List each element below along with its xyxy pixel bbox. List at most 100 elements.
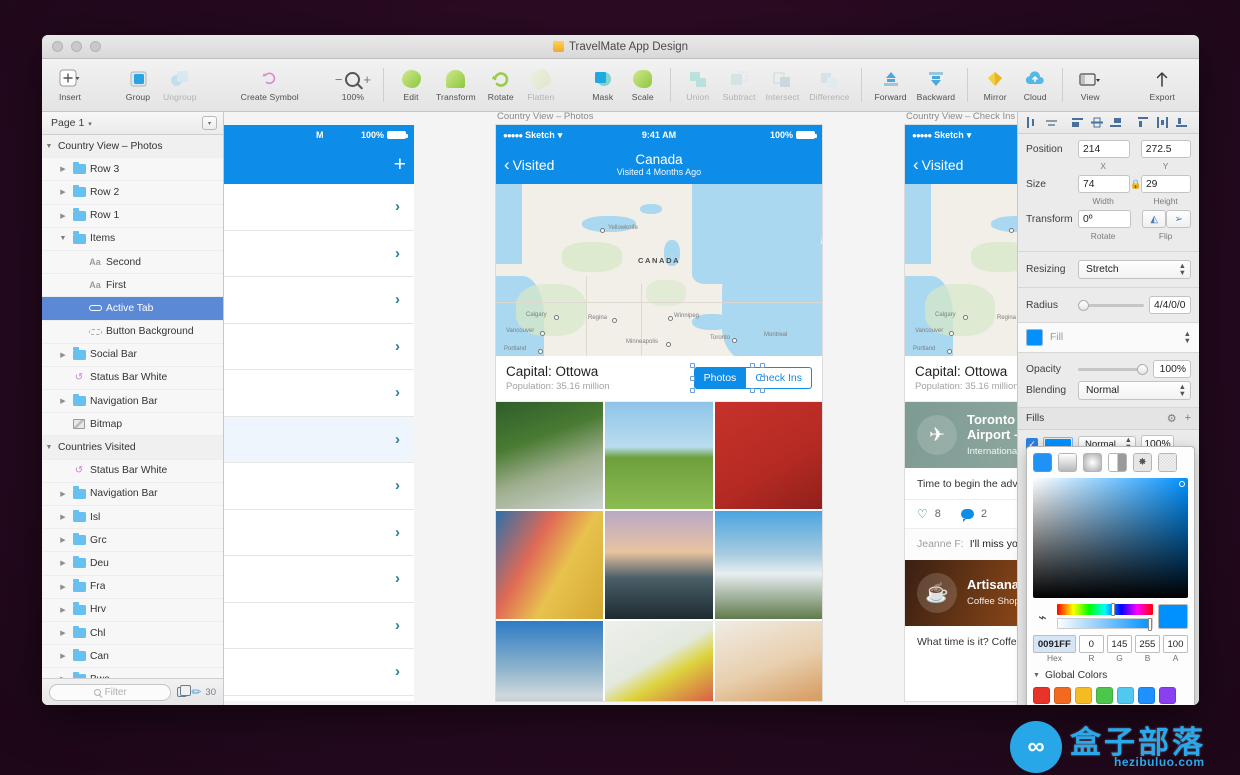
- list-item[interactable]: ›: [224, 696, 414, 702]
- zoom-in-button[interactable]: +: [363, 72, 371, 87]
- layer-row[interactable]: Button Background: [42, 321, 223, 344]
- layer-row[interactable]: ▶Fra: [42, 576, 223, 599]
- disclosure-triangle-icon[interactable]: ▶: [56, 629, 70, 637]
- disclosure-triangle-icon[interactable]: ▼: [42, 143, 56, 150]
- disclosure-triangle-icon[interactable]: ▶: [56, 606, 70, 614]
- toolbar-export[interactable]: Export: [1142, 69, 1182, 102]
- toolbar-edit[interactable]: Edit: [391, 69, 431, 102]
- align-bottom-icon[interactable]: [1108, 115, 1125, 130]
- layer-row[interactable]: ▼Items: [42, 228, 223, 251]
- color-type-linear-gradient[interactable]: [1058, 453, 1077, 472]
- color-type-angular-gradient[interactable]: [1108, 453, 1127, 472]
- toolbar-scale[interactable]: Scale: [623, 69, 663, 102]
- maximize-button[interactable]: [90, 41, 101, 52]
- list-item[interactable]: ›: [224, 649, 414, 696]
- opacity-slider[interactable]: [1078, 363, 1148, 375]
- layer-row[interactable]: AaFirst: [42, 274, 223, 297]
- canvas[interactable]: M 100% Map + › › › › › › ›: [224, 112, 1017, 705]
- global-color-swatch[interactable]: [1117, 687, 1134, 704]
- minimize-button[interactable]: [71, 41, 82, 52]
- layer-row[interactable]: ▶Deu: [42, 552, 223, 575]
- blue-input[interactable]: 255: [1135, 635, 1160, 653]
- page-options-button[interactable]: ▾: [202, 116, 217, 130]
- toolbar-rotate[interactable]: Rotate: [481, 69, 521, 102]
- global-swatches-row-1[interactable]: [1033, 687, 1188, 705]
- alpha-slider[interactable]: [1057, 618, 1153, 629]
- page-selector[interactable]: Page 1▾: [51, 117, 92, 129]
- zoom-out-button[interactable]: −: [335, 72, 343, 87]
- artboard-countries-visited[interactable]: M 100% Map + › › › › › › ›: [224, 125, 414, 701]
- resizing-select[interactable]: Stretch ▲▼: [1078, 260, 1191, 279]
- toolbar-cloud[interactable]: Cloud: [1015, 69, 1055, 102]
- red-input[interactable]: 0: [1079, 635, 1104, 653]
- layer-row[interactable]: ▶Hrv: [42, 599, 223, 622]
- list-item[interactable]: ›: [224, 417, 414, 464]
- disclosure-triangle-icon[interactable]: ▶: [56, 212, 70, 220]
- toolbar-flatten[interactable]: Flatten: [521, 69, 561, 102]
- distribute-horizontal-icon[interactable]: [1154, 115, 1171, 130]
- heart-icon[interactable]: ♡: [917, 507, 928, 521]
- color-type-tabs[interactable]: ✸: [1033, 453, 1188, 472]
- toolbar-ungroup[interactable]: Ungroup: [158, 69, 202, 102]
- list-item[interactable]: ›: [224, 370, 414, 417]
- photo-cell[interactable]: [605, 621, 712, 701]
- layer-row[interactable]: ↺Status Bar White: [42, 367, 223, 390]
- layer-row[interactable]: ▶Chl: [42, 622, 223, 645]
- disclosure-triangle-icon[interactable]: ▶: [56, 513, 70, 521]
- eyedropper-icon[interactable]: ⌁: [1033, 604, 1052, 624]
- global-color-swatch[interactable]: [1075, 687, 1092, 704]
- filter-input[interactable]: Filter: [49, 684, 171, 701]
- photo-cell[interactable]: [715, 621, 822, 701]
- size-height-input[interactable]: 29: [1141, 175, 1191, 193]
- flip-horizontal-button[interactable]: ◭: [1142, 210, 1167, 228]
- chevron-updown-icon[interactable]: ▲▼: [1184, 331, 1191, 345]
- photo-cell[interactable]: [605, 511, 712, 618]
- toolbar-view[interactable]: View: [1070, 69, 1110, 102]
- toolbar-mask[interactable]: Mask: [583, 69, 623, 102]
- toolbar-insert[interactable]: Insert: [50, 69, 90, 102]
- layer-row[interactable]: ▼Countries Visited: [42, 436, 223, 459]
- back-button[interactable]: ‹ Visited: [913, 156, 963, 173]
- list-item[interactable]: ›: [224, 324, 414, 371]
- layer-row[interactable]: Active Tab: [42, 297, 223, 320]
- toolbar-forward[interactable]: Forward: [869, 69, 911, 102]
- disclosure-triangle-icon[interactable]: ▶: [56, 652, 70, 660]
- layer-row[interactable]: ▶Can: [42, 645, 223, 668]
- disclosure-triangle-icon[interactable]: ▶: [56, 559, 70, 567]
- map-view[interactable]: Yellowknife CANADA Calgary Regina Vancou…: [905, 184, 1017, 356]
- close-button[interactable]: [52, 41, 63, 52]
- global-color-swatch[interactable]: [1054, 687, 1071, 704]
- global-colors-header[interactable]: ▼ Global Colors: [1033, 670, 1188, 681]
- layer-row[interactable]: ▶Grc: [42, 529, 223, 552]
- checkin-card-airport[interactable]: ✈ Toronto Pearson Airport – YYZ Internat…: [905, 402, 1017, 560]
- distribute-spacing-icon[interactable]: [1173, 115, 1190, 130]
- artboard-country-view-photos[interactable]: ●●●●● Sketch ▾ 9:41 AM 100% ‹ Visited: [496, 125, 822, 701]
- photo-cell[interactable]: [605, 402, 712, 509]
- color-type-solid[interactable]: [1033, 453, 1052, 472]
- layer-row[interactable]: ▶Bwa: [42, 668, 223, 678]
- toolbar-intersect[interactable]: Intersect: [761, 69, 805, 102]
- add-button[interactable]: +: [394, 154, 406, 175]
- tab-check-ins[interactable]: Check Ins: [746, 367, 812, 389]
- photo-grid[interactable]: [496, 402, 822, 701]
- flip-vertical-button[interactable]: ➢: [1166, 210, 1191, 228]
- toolbar-subtract[interactable]: Subtract: [718, 69, 761, 102]
- hue-slider[interactable]: [1057, 604, 1153, 615]
- photo-cell[interactable]: [715, 511, 822, 618]
- fill-swatch[interactable]: [1026, 329, 1043, 346]
- global-color-swatch[interactable]: [1159, 687, 1176, 704]
- radius-slider[interactable]: [1078, 299, 1144, 311]
- toolbar-union[interactable]: Union: [678, 69, 718, 102]
- hex-input[interactable]: 0091FF: [1033, 635, 1076, 653]
- toolbar-backward[interactable]: Backward: [912, 69, 961, 102]
- gear-icon[interactable]: ⚙: [1167, 412, 1177, 425]
- list-item[interactable]: ›: [224, 603, 414, 650]
- map-view[interactable]: Yellowknife CANADA Calgary Regina Vancou…: [496, 184, 822, 356]
- toolbar-difference[interactable]: Difference: [804, 69, 854, 102]
- layer-row[interactable]: ▶Navigation Bar: [42, 483, 223, 506]
- layer-row[interactable]: ▶Social Bar: [42, 344, 223, 367]
- list-item[interactable]: ›: [224, 463, 414, 510]
- size-width-input[interactable]: 74: [1078, 175, 1130, 193]
- tab-photos[interactable]: Photos: [694, 367, 747, 389]
- artboard-label-check-ins[interactable]: Country View – Check Ins: [906, 112, 1015, 122]
